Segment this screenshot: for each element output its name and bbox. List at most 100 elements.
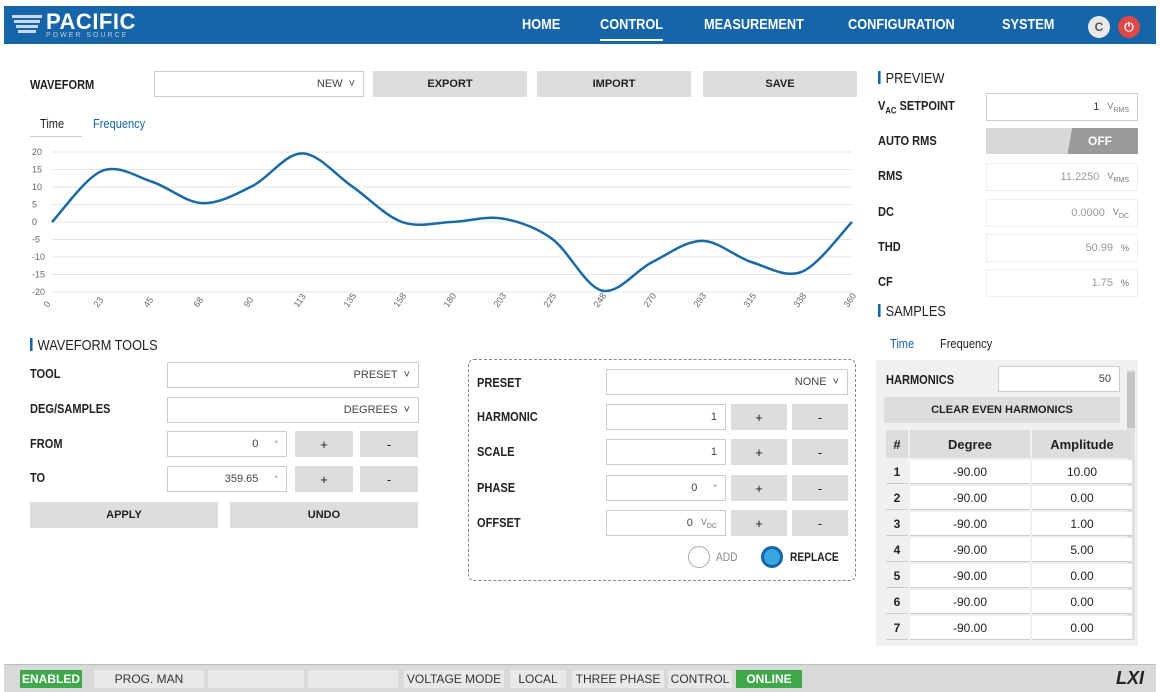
phase-input[interactable]: 0 ° xyxy=(606,475,726,501)
undo-button[interactable]: UNDO xyxy=(230,502,418,528)
x-tick-label: 158 xyxy=(391,291,408,309)
brand-name: PACIFIC xyxy=(46,8,136,34)
phase-label: PHASE xyxy=(477,480,516,495)
nav-system[interactable]: SYSTEM xyxy=(1002,16,1054,33)
table-row[interactable]: 2 -90.00 0.00 xyxy=(886,486,1132,510)
harmonic-input[interactable]: 1 xyxy=(606,404,726,430)
col-header-index: # xyxy=(886,430,908,458)
nav-configuration[interactable]: CONFIGURATION xyxy=(848,16,955,33)
samples-title: SAMPLES xyxy=(878,303,946,320)
nav-control[interactable]: CONTROL xyxy=(600,16,664,41)
x-tick-label: 0 xyxy=(41,299,52,309)
refresh-icon[interactable]: C xyxy=(1088,16,1110,38)
y-tick-label: 15 xyxy=(32,165,42,175)
waveform-select[interactable]: NEW ˅ xyxy=(154,71,364,97)
samples-tab-frequency[interactable]: Frequency xyxy=(940,336,992,351)
col-header-degree: Degree xyxy=(910,430,1030,458)
nav-measurement[interactable]: MEASUREMENT xyxy=(704,16,804,33)
chevron-down-icon: ˅ xyxy=(348,78,355,90)
thd-value: 50.99 xyxy=(1085,242,1113,254)
table-row[interactable]: 6 -90.00 0.00 xyxy=(886,590,1132,614)
dc-value-box: 0.0000 VDC xyxy=(986,199,1138,227)
import-button[interactable]: IMPORT xyxy=(537,71,691,97)
auto-rms-toggle[interactable]: OFF xyxy=(986,128,1138,154)
power-icon[interactable]: ⏻ xyxy=(1118,16,1140,38)
preset-select-value: NONE xyxy=(794,376,827,388)
status-local: LOCAL xyxy=(510,670,566,688)
x-tick-label: 270 xyxy=(641,291,658,309)
rms-value: 11.2250 xyxy=(1060,171,1100,183)
phase-minus-button[interactable]: - xyxy=(792,475,848,501)
harmonic-minus-button[interactable]: - xyxy=(792,404,848,430)
offset-plus-button[interactable]: + xyxy=(731,510,787,536)
from-input[interactable]: 0 ° xyxy=(167,431,287,457)
brand-sub: POWER SOURCE xyxy=(46,31,129,39)
y-tick-label: -15 xyxy=(32,270,45,280)
cf-value: 1.75 xyxy=(1091,277,1113,289)
preview-title: PREVIEW xyxy=(878,70,945,87)
offset-label: OFFSET xyxy=(477,515,521,530)
tab-frequency[interactable]: Frequency xyxy=(93,116,145,131)
samples-table: # Degree Amplitude 1 -90.00 10.00 2 -90.00 0… xyxy=(884,428,1134,642)
waveform-select-value: NEW xyxy=(316,78,343,90)
export-button[interactable]: EXPORT xyxy=(373,71,527,97)
scale-minus-button[interactable]: - xyxy=(792,439,848,465)
save-button[interactable]: SAVE xyxy=(703,71,857,97)
status-prog: PROG. MAN xyxy=(94,670,204,688)
col-header-amplitude: Amplitude xyxy=(1032,430,1132,458)
top-navbar: PACIFIC POWER SOURCE HOME CONTROL MEASUR… xyxy=(4,6,1156,44)
x-tick-label: 68 xyxy=(191,295,205,309)
status-voltage-mode: VOLTAGE MODE xyxy=(404,670,504,688)
harmonics-label: HARMONICS xyxy=(886,372,955,387)
harmonics-input[interactable]: 50 xyxy=(998,366,1120,392)
to-input[interactable]: 359.65 ° xyxy=(167,466,287,492)
status-bar: ENABLED PROG. MAN VOLTAGE MODE LOCAL THR… xyxy=(4,664,1156,692)
to-plus-button[interactable]: + xyxy=(295,466,353,492)
offset-minus-button[interactable]: - xyxy=(792,510,848,536)
nav-home[interactable]: HOME xyxy=(522,16,560,33)
offset-unit: VDC xyxy=(700,516,717,530)
from-label: FROM xyxy=(30,436,63,451)
table-row[interactable]: 5 -90.00 0.00 xyxy=(886,564,1132,588)
phase-plus-button[interactable]: + xyxy=(731,475,787,501)
dc-value: 0.0000 xyxy=(1071,207,1105,219)
table-row[interactable]: 7 -90.00 0.00 xyxy=(886,616,1132,640)
vac-setpoint-input[interactable]: 1 VRMS xyxy=(986,93,1138,121)
deg-samples-select[interactable]: DEGREES ˅ xyxy=(167,397,419,423)
samples-tab-time[interactable]: Time xyxy=(890,336,914,351)
x-tick-label: 23 xyxy=(91,295,105,309)
harmonic-plus-button[interactable]: + xyxy=(731,404,787,430)
waveform-tools-title: WAVEFORM TOOLS xyxy=(30,337,158,354)
preset-select[interactable]: NONE ˅ xyxy=(606,369,848,395)
x-tick-label: 180 xyxy=(441,291,458,309)
scale-label: SCALE xyxy=(477,444,515,459)
to-minus-button[interactable]: - xyxy=(360,466,418,492)
from-plus-button[interactable]: + xyxy=(295,431,353,457)
cf-label: CF xyxy=(878,274,893,289)
scale-input[interactable]: 1 xyxy=(606,439,726,465)
from-minus-button[interactable]: - xyxy=(360,431,418,457)
add-label: ADD xyxy=(716,550,738,564)
pacific-logo[interactable]: PACIFIC POWER SOURCE xyxy=(12,8,136,42)
tab-divider xyxy=(30,136,82,137)
table-row[interactable]: 1 -90.00 10.00 xyxy=(886,460,1132,484)
table-row[interactable]: 3 -90.00 1.00 xyxy=(886,512,1132,536)
y-tick-label: 5 xyxy=(32,200,37,210)
thd-unit: % xyxy=(1120,243,1129,253)
y-tick-label: -20 xyxy=(32,287,45,297)
clear-even-harmonics-button[interactable]: CLEAR EVEN HARMONICS xyxy=(884,397,1120,423)
vac-unit: VRMS xyxy=(1107,100,1129,114)
offset-input-value: 0 xyxy=(686,517,693,529)
tool-select[interactable]: PRESET ˅ xyxy=(167,362,419,388)
deg-samples-label: DEG/SAMPLES xyxy=(30,401,111,416)
status-empty-2 xyxy=(308,670,398,688)
samples-scrollbar-thumb[interactable] xyxy=(1127,372,1135,428)
replace-radio[interactable] xyxy=(761,546,783,568)
apply-button[interactable]: APPLY xyxy=(30,502,218,528)
table-row[interactable]: 4 -90.00 5.00 xyxy=(886,538,1132,562)
add-radio[interactable] xyxy=(688,546,710,568)
scale-plus-button[interactable]: + xyxy=(731,439,787,465)
tab-time[interactable]: Time xyxy=(40,116,64,131)
x-tick-label: 315 xyxy=(741,291,758,309)
offset-input[interactable]: 0 VDC xyxy=(606,510,726,536)
